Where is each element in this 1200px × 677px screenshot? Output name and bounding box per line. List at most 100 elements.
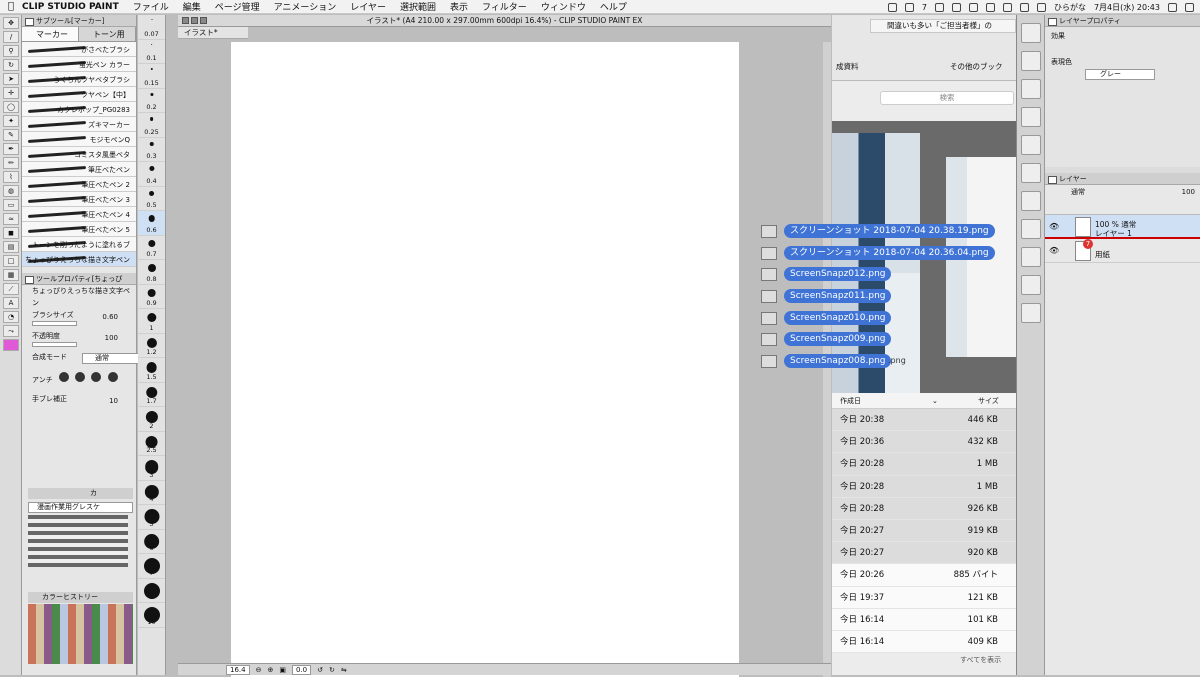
brush-size-option[interactable]: 4: [138, 481, 165, 505]
zoom-icon[interactable]: ⚲: [3, 45, 19, 57]
aa-strong[interactable]: [107, 372, 118, 382]
layer-opacity-value[interactable]: 100: [1182, 185, 1195, 199]
brush-item[interactable]: トーンを削ったように塗れるブ: [22, 237, 136, 252]
brush-size-option[interactable]: 5: [138, 505, 165, 530]
brush-item[interactable]: 筆圧べたペン 5: [22, 222, 136, 237]
blend-select[interactable]: 通常: [82, 353, 140, 364]
lasso-icon[interactable]: ◯: [3, 101, 19, 113]
menu-selection[interactable]: 選択範囲: [400, 0, 436, 13]
brush-size-option[interactable]: 10: [138, 603, 165, 628]
menu-layer[interactable]: レイヤー: [350, 0, 386, 13]
brush-size-value[interactable]: 0.60: [102, 311, 118, 323]
brush-size-option[interactable]: 0.25: [138, 113, 165, 138]
brush-item[interactable]: 筆圧べたペン 4: [22, 207, 136, 222]
move-icon[interactable]: ✥: [3, 17, 19, 29]
layer-blend-select[interactable]: 通常: [1071, 188, 1085, 196]
text-icon[interactable]: A: [3, 297, 19, 309]
rotate-icon[interactable]: ↻: [3, 59, 19, 71]
brush-size-option[interactable]: 0.3: [138, 138, 165, 162]
eyedropper-icon[interactable]: ✎: [3, 129, 19, 141]
brush-size-option[interactable]: 8: [138, 579, 165, 603]
menu-file[interactable]: ファイル: [133, 0, 169, 13]
pen-tool-icon[interactable]: ✒: [3, 143, 19, 155]
airplay-icon[interactable]: [951, 2, 961, 12]
clock[interactable]: 7月4日(水) 20:43: [1094, 2, 1160, 13]
adobe-badge[interactable]: 7: [922, 3, 927, 12]
browser-tab[interactable]: 間違いも多い「ご担当者様」の: [870, 19, 1016, 33]
menu-view[interactable]: 表示: [450, 0, 468, 13]
history-icon[interactable]: [1021, 107, 1041, 127]
bookmark-other[interactable]: その他のブック: [950, 61, 1003, 72]
rotate-left-icon[interactable]: ↺: [317, 666, 323, 674]
canvas-tab[interactable]: イラスト*: [178, 27, 248, 39]
info-icon[interactable]: [1021, 135, 1041, 155]
brush-item[interactable]: がさべたブラシ: [22, 42, 136, 57]
finder-search[interactable]: 検索: [880, 91, 1014, 105]
brush-size-option[interactable]: 0.6: [138, 211, 165, 236]
bluetooth-icon[interactable]: [968, 2, 978, 12]
stabilization-value[interactable]: 10: [109, 395, 118, 407]
file-row[interactable]: 今日 20:26 885 バイト: [832, 564, 1016, 587]
pen-icon[interactable]: /: [3, 31, 19, 43]
brush-item[interactable]: 筆圧べたペン 3: [22, 192, 136, 207]
operation-icon[interactable]: ➤: [3, 73, 19, 85]
brush-size-option[interactable]: 3: [138, 456, 165, 481]
eraser-icon[interactable]: ▭: [3, 199, 19, 211]
layer-tab[interactable]: レイヤー: [1045, 173, 1200, 185]
bookmark-item[interactable]: 成資料: [836, 61, 859, 72]
zoom-window-icon[interactable]: [200, 17, 207, 24]
aa-mid[interactable]: [91, 372, 102, 382]
folder3-icon[interactable]: [1021, 247, 1041, 267]
brush-size-option[interactable]: 0.7: [138, 236, 165, 260]
brush-item[interactable]: らくちんツヤベタブラシ: [22, 72, 136, 87]
timemachine-icon[interactable]: [985, 2, 995, 12]
file-row[interactable]: 今日 20:28 1 MB: [832, 453, 1016, 476]
brush-icon[interactable]: ⌇: [3, 171, 19, 183]
color-set-select[interactable]: 漫画作業用グレスケ: [28, 502, 133, 513]
menu-window[interactable]: ウィンドウ: [541, 0, 586, 13]
brush-size-option[interactable]: 0.2: [138, 89, 165, 113]
file-row[interactable]: 今日 16:14 101 KB: [832, 608, 1016, 631]
eye-icon[interactable]: 👁: [1049, 222, 1059, 231]
notification-icon[interactable]: [1185, 2, 1194, 12]
zoom-in-icon[interactable]: ⊕: [267, 666, 273, 674]
brush-size-option[interactable]: 0.5: [138, 187, 165, 211]
show-all-link[interactable]: すべてを表示: [960, 655, 1001, 665]
navigator-icon[interactable]: [1021, 23, 1041, 43]
color-set-tab[interactable]: カ: [28, 488, 133, 499]
brush-size-option[interactable]: 0.07: [138, 15, 165, 40]
volume-icon[interactable]: [1019, 2, 1029, 12]
file-row[interactable]: 今日 20:38 446 KB: [832, 409, 1016, 432]
brush-item[interactable]: ズキマーカー: [22, 117, 136, 132]
menu-animation[interactable]: アニメーション: [274, 0, 337, 13]
page-icon[interactable]: [1021, 163, 1041, 183]
column-size[interactable]: サイズ: [978, 393, 999, 409]
folder-icon[interactable]: [1021, 191, 1041, 211]
zoom-out-icon[interactable]: ⊖: [256, 666, 262, 674]
fill-icon[interactable]: ◼: [3, 227, 19, 239]
input-method[interactable]: ひらがな: [1054, 2, 1086, 13]
color-set-grid[interactable]: [28, 515, 128, 567]
brush-size-option[interactable]: 1.5: [138, 358, 165, 383]
ruler-icon[interactable]: ⟋: [3, 283, 19, 295]
close-icon[interactable]: [182, 17, 189, 24]
brush-size-option[interactable]: 0.1: [138, 40, 165, 64]
brush-size-option[interactable]: 1: [138, 309, 165, 334]
brush-item[interactable]: ちょっぴりえっちな描き文字ペン: [22, 252, 136, 267]
brush-size-option[interactable]: 7: [138, 554, 165, 579]
pencil-icon[interactable]: ✏: [3, 157, 19, 169]
brush-item[interactable]: コミスタ風墨ベタ: [22, 147, 136, 162]
figure-icon[interactable]: □: [3, 255, 19, 267]
aa-weak[interactable]: [75, 372, 86, 382]
sort-chevron-icon[interactable]: ⌄: [932, 393, 938, 409]
blend-icon[interactable]: ≈: [3, 213, 19, 225]
frame-icon[interactable]: ▦: [3, 269, 19, 281]
brush-item[interactable]: ツヤペン【中】: [22, 87, 136, 102]
layer-row-paper[interactable]: 👁 7 用紙: [1045, 239, 1200, 263]
brush-size-option[interactable]: 2.5: [138, 432, 165, 456]
brush-size-option[interactable]: 2: [138, 407, 165, 432]
minimize-icon[interactable]: [191, 17, 198, 24]
brush-item[interactable]: 蛍光ペン カラー: [22, 57, 136, 72]
line-icon[interactable]: [887, 2, 897, 12]
sub-view-icon[interactable]: [1021, 275, 1041, 295]
